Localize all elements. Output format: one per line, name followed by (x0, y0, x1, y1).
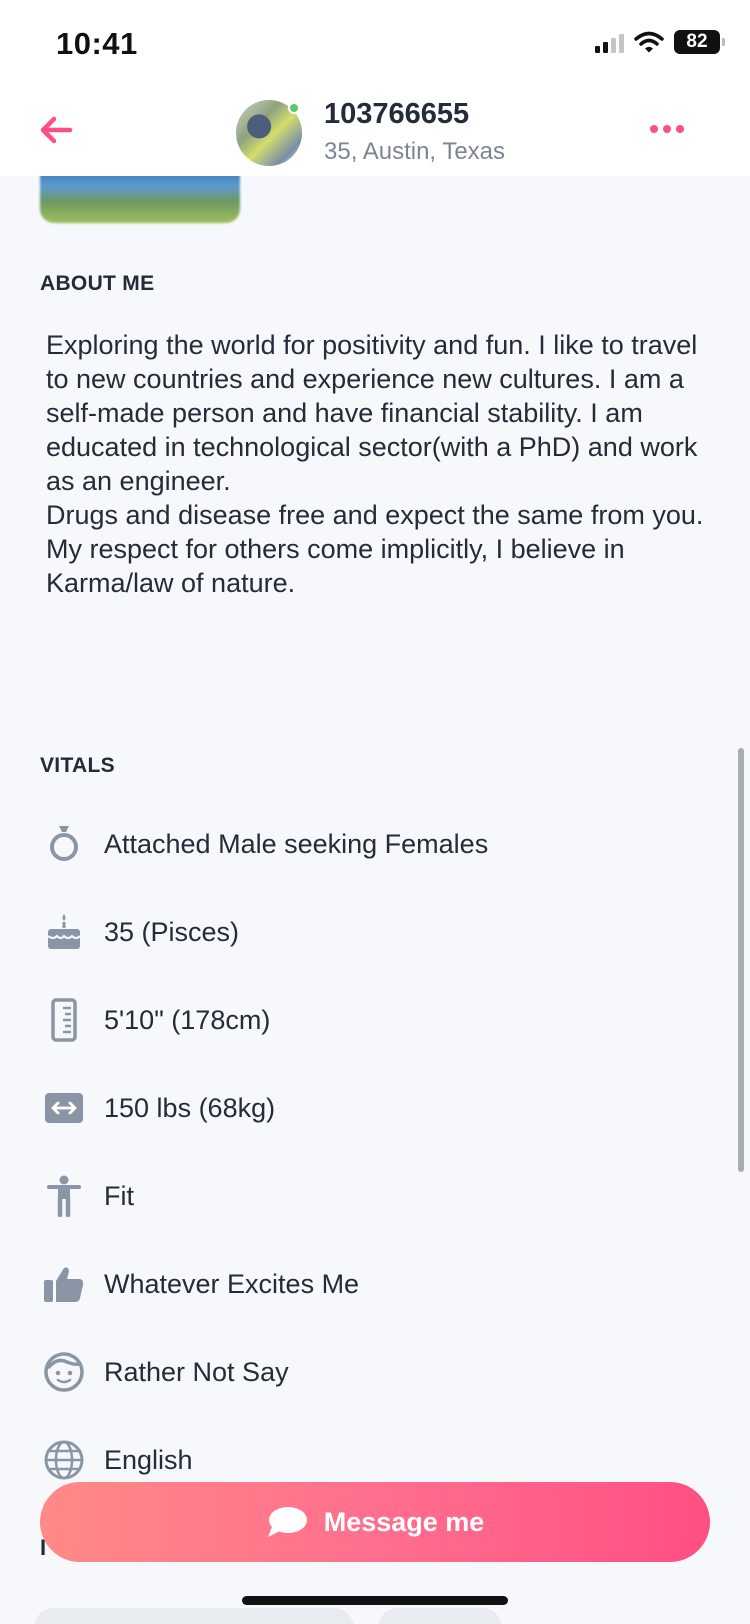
top-bar: 10:41 82 103766655 35, Austin, Texas (0, 0, 750, 176)
vital-item: 5'10" (178cm) (40, 976, 720, 1064)
vitals-list: Attached Male seeking Females 35 (Pisces… (40, 800, 720, 1504)
vital-item: Attached Male seeking Females (40, 800, 720, 888)
ruler-icon (40, 996, 88, 1044)
interest-chip[interactable] (34, 1608, 354, 1624)
status-time: 10:41 (56, 26, 138, 61)
face-icon (40, 1348, 88, 1396)
weight-icon (40, 1084, 88, 1132)
scrollbar[interactable] (738, 748, 744, 1172)
profile-name: 103766655 (324, 98, 470, 130)
wifi-icon (634, 31, 664, 53)
about-me-title: ABOUT ME (40, 272, 155, 295)
vital-label: Rather Not Say (104, 1356, 289, 1387)
vital-item: Rather Not Say (40, 1328, 720, 1416)
ring-icon (40, 820, 88, 868)
status-icons: 82 (595, 30, 725, 54)
vital-label: Attached Male seeking Females (104, 828, 489, 859)
profile-photo-thumbnail[interactable] (40, 170, 240, 223)
body-icon (40, 1172, 88, 1220)
message-me-button[interactable]: Message me (40, 1482, 710, 1562)
vitals-title: VITALS (40, 754, 115, 777)
about-me-text: Exploring the world for positivity and f… (46, 330, 704, 598)
vital-label: 150 lbs (68kg) (104, 1092, 276, 1123)
interest-chip[interactable] (378, 1608, 502, 1624)
profile-location: 35, Austin, Texas (324, 138, 506, 165)
home-indicator (242, 1596, 508, 1605)
vital-label: 5'10" (178cm) (104, 1004, 271, 1035)
vital-label: Whatever Excites Me (104, 1268, 360, 1299)
cake-icon (40, 908, 88, 956)
vital-item: Fit (40, 1152, 720, 1240)
signal-icon (595, 31, 624, 53)
more-options-icon[interactable] (650, 125, 684, 133)
vital-item: 35 (Pisces) (40, 888, 720, 976)
chat-bubble-icon (267, 1507, 307, 1537)
online-status-dot (288, 102, 300, 114)
message-me-label: Message me (323, 1506, 485, 1537)
vital-label: 35 (Pisces) (104, 916, 240, 947)
vital-label: English (104, 1444, 193, 1475)
vital-item: Whatever Excites Me (40, 1240, 720, 1328)
thumbs-up-icon (40, 1260, 88, 1308)
vital-label: Fit (104, 1180, 134, 1211)
vital-item: 150 lbs (68kg) (40, 1064, 720, 1152)
battery-icon: 82 (674, 30, 725, 54)
back-arrow-icon[interactable] (36, 110, 76, 150)
globe-icon (40, 1436, 88, 1484)
